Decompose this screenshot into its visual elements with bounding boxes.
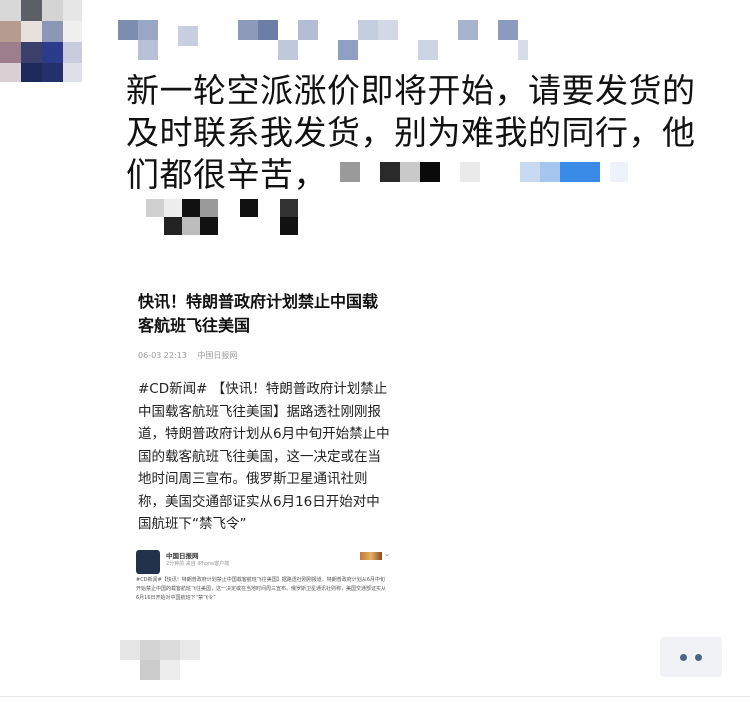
divider [0,696,750,697]
card-meta-source: 中国日报网 [197,351,238,360]
more-dots-icon [680,653,687,661]
card-body: #CD新闻# 【快讯！特朗普政府计划禁止中国载客航班飞往美国】据路透社刚刚报道，… [138,381,390,532]
embedded-weibo-post: 中国日报网 2分钟前 来自 iPhone客户端 ⌄ #CD新闻#【快讯！特朗普政… [136,550,390,620]
embed-thumbnail [360,552,382,560]
post-text-line: 新一轮空派涨价即将开始，请要发货的 [126,71,696,110]
news-screenshot-image[interactable]: 快讯！特朗普政府计划禁止中国载客航班飞往美国 06-03 22:13 中国日报网… [118,270,400,625]
post-text-line: 们都很辛苦， [126,155,327,194]
card-meta: 06-03 22:13 中国日报网 [138,350,245,361]
post-text-line: 及时联系我发货，别为难我的同行，他 [126,113,696,152]
redacted-footer [120,640,240,680]
embed-body: #CD新闻#【快讯！特朗普政府计划禁止中国载客航班飞往美国】据路透社刚刚报道，特… [136,577,387,601]
embed-account-name: 中国日报网 [166,552,199,560]
chevron-down-icon: ⌄ [384,550,390,558]
card-title: 快讯！特朗普政府计划禁止中国载客航班飞往美国 [138,292,379,335]
username-redacted[interactable] [118,18,528,60]
more-dots-icon [695,653,702,661]
avatar[interactable] [0,0,82,82]
redacted-text [340,156,630,186]
redacted-text [146,195,306,241]
more-options-button[interactable] [660,637,722,677]
embed-post-meta: 2分钟前 来自 iPhone客户端 [166,561,230,567]
china-daily-logo-icon [136,550,160,574]
card-meta-time: 06-03 22:13 [138,351,187,360]
